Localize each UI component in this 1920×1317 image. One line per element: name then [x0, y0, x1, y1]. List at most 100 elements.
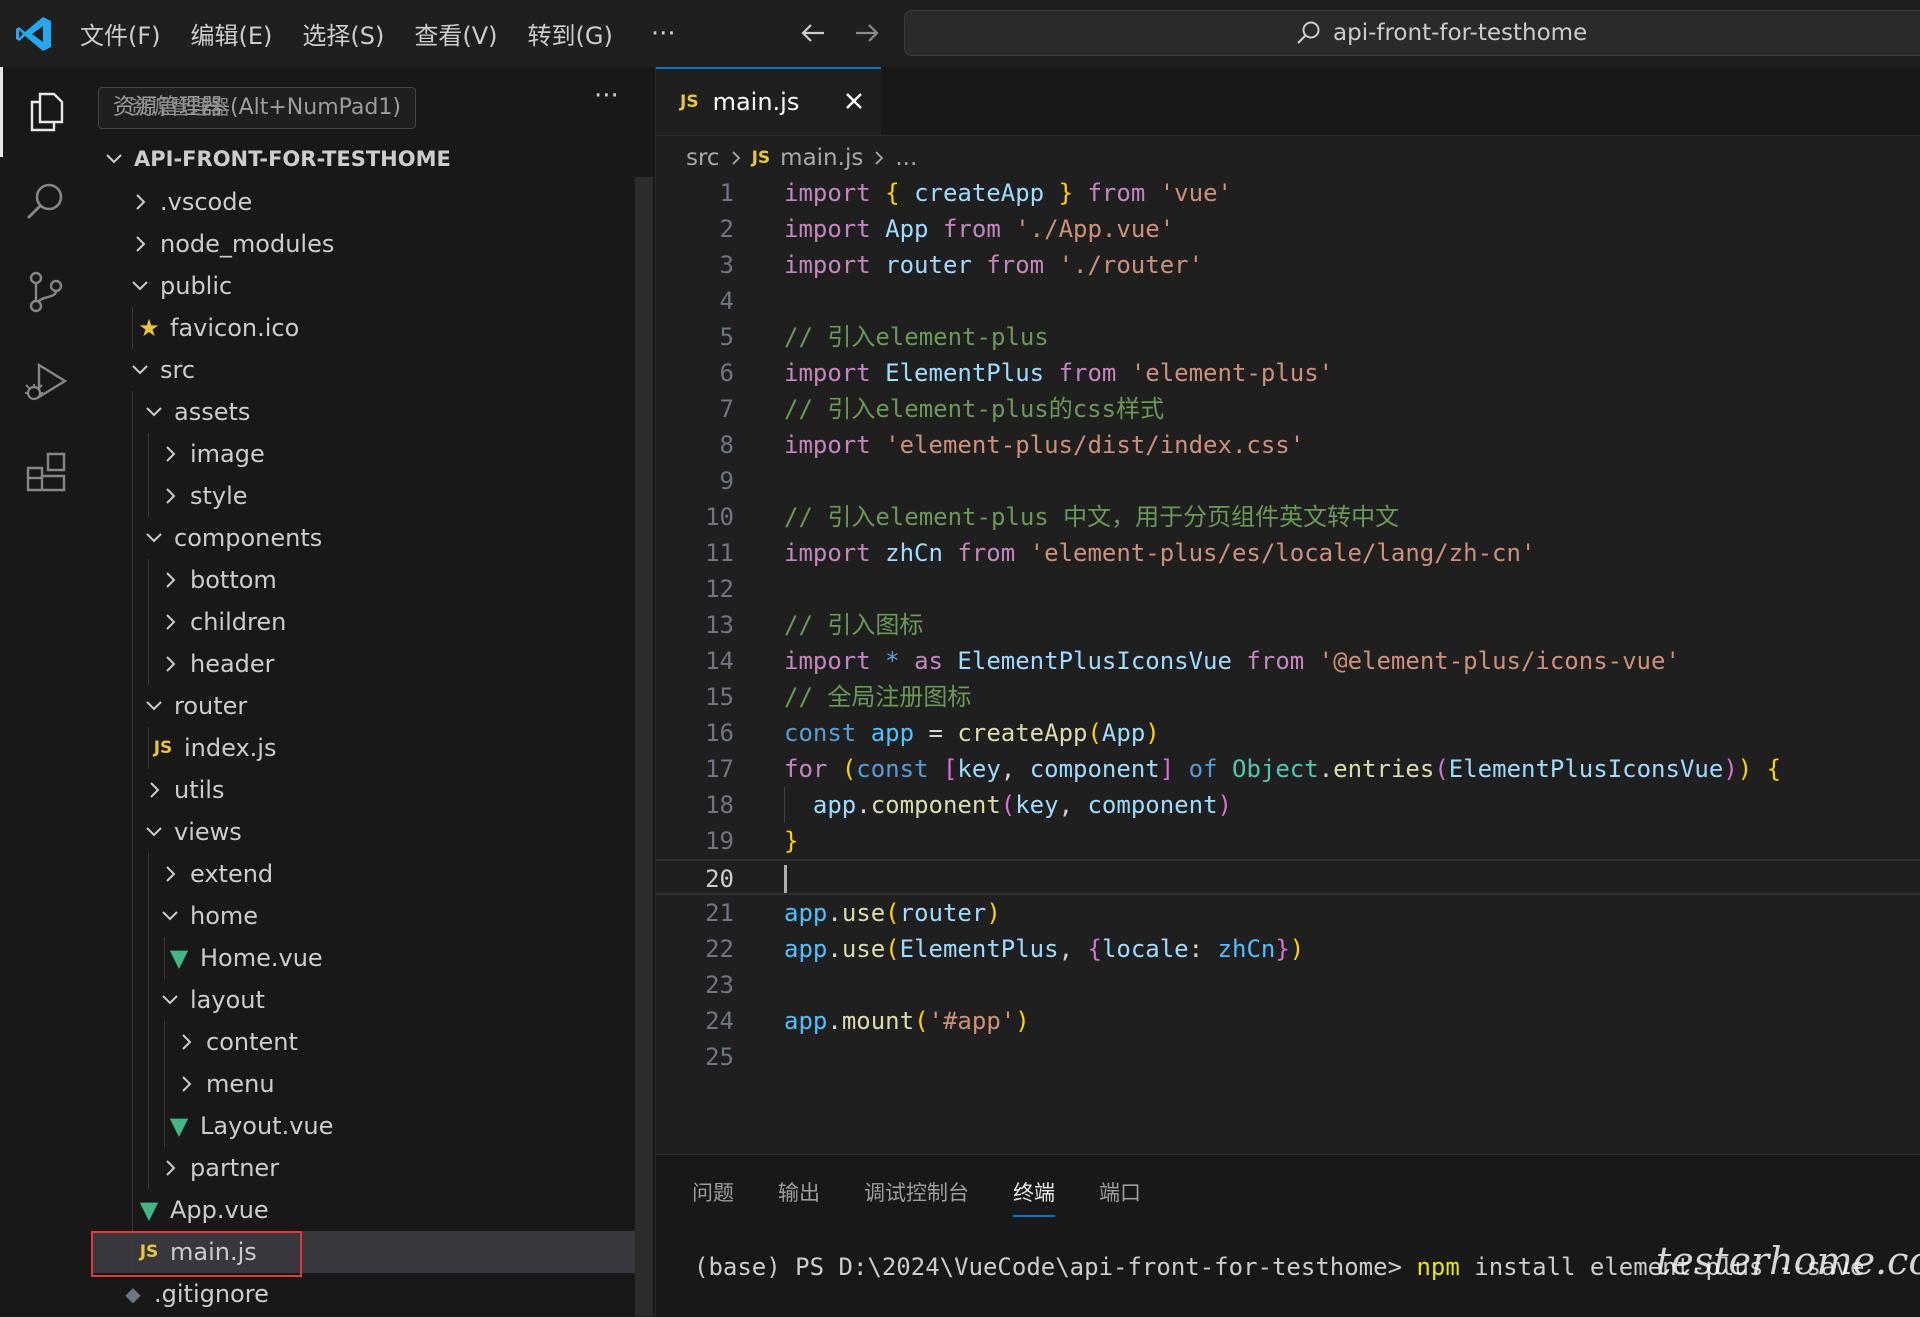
explorer-sidebar: 资源管理器 (Alt+NumPad1) 资源管理器 ··· API-FRONT-… [91, 67, 656, 1316]
tab-main-js[interactable]: JS main.js [656, 67, 881, 135]
tab-output[interactable]: 输出 [778, 1177, 820, 1217]
chevron-right-icon [150, 782, 160, 798]
chevron-right-icon [166, 488, 176, 504]
js-file-icon: JS [153, 738, 173, 758]
source-control-activity[interactable] [0, 247, 92, 337]
arrow-left-icon[interactable] [796, 16, 830, 50]
menu-view[interactable]: 查看(V) [414, 16, 497, 51]
tree-item-home-vue[interactable]: ▼ Home.vue [92, 937, 635, 979]
tree-item-label: App.vue [170, 1196, 269, 1224]
tree-item-label: extend [190, 860, 274, 888]
chevron-right-icon [182, 1076, 192, 1092]
tree-item-layout[interactable]: layout [92, 979, 635, 1021]
code-editor[interactable]: 1 import { createApp } from 'vue' 2 import… [656, 175, 1920, 1154]
tree-item-utils[interactable]: utils [92, 769, 635, 811]
git-file-icon: ◆ [125, 1282, 141, 1306]
tree-item-image[interactable]: image [92, 433, 635, 475]
chevron-right-icon [166, 656, 176, 672]
code-line: 2 import App from './App.vue' [656, 211, 1920, 247]
code-text: app.use(ElementPlus, {locale: zhCn}) [784, 935, 1305, 963]
chevron-down-icon [146, 827, 162, 837]
close-icon[interactable] [839, 86, 869, 116]
menu-edit[interactable]: 编辑(E) [191, 16, 273, 51]
line-number: 1 [719, 179, 734, 207]
chevron-down-icon [146, 407, 162, 417]
terminal-prompt: (base) PS D:\2024\VueCode\api-front-for-… [694, 1253, 1417, 1281]
line-number: 15 [705, 683, 734, 711]
tree-item-label: partner [190, 1154, 280, 1182]
tab-problems[interactable]: 问题 [692, 1177, 734, 1217]
search-activity[interactable] [0, 157, 92, 247]
tree-item-app-vue[interactable]: ▼ App.vue [92, 1189, 635, 1231]
tree-item-router-index[interactable]: JS index.js [92, 727, 635, 769]
breadcrumb-folder[interactable]: src [686, 145, 720, 171]
tree-item-node-modules[interactable]: node_modules [92, 223, 635, 265]
tree-item-style[interactable]: style [92, 475, 635, 517]
tree-item-label: .vscode [160, 188, 253, 216]
menu-file[interactable]: 文件(F) [80, 16, 161, 51]
breadcrumb-ellipsis[interactable]: ... [895, 145, 917, 171]
code-text: import { createApp } from 'vue' [784, 179, 1232, 207]
line-number: 9 [719, 467, 734, 495]
tree-item-partner[interactable]: partner [92, 1147, 635, 1189]
tree-item-src[interactable]: src [92, 349, 635, 391]
tree-item-vscode[interactable]: .vscode [92, 181, 635, 223]
tree-item-layout-vue[interactable]: ▼ Layout.vue [92, 1105, 635, 1147]
tab-debug-console[interactable]: 调试控制台 [864, 1177, 969, 1217]
line-number: 12 [705, 575, 734, 603]
code-text: app.mount('#app') [784, 1007, 1030, 1035]
tree-item-label: children [190, 608, 287, 636]
line-number: 22 [705, 935, 734, 963]
tree-item-views[interactable]: views [92, 811, 635, 853]
tree-item-assets[interactable]: assets [92, 391, 635, 433]
menu-bar: 文件(F) 编辑(E) 选择(S) 查看(V) 转到(G) ··· [80, 0, 676, 67]
tree-item-router[interactable]: router [92, 685, 635, 727]
tree-item-label: image [190, 440, 265, 468]
code-text: import router from './router' [784, 251, 1204, 279]
tree-item-components[interactable]: components [92, 517, 635, 559]
run-debug-activity[interactable] [0, 337, 92, 427]
command-center-search[interactable]: api-front-for-testhome [904, 10, 1920, 56]
code-text: import ElementPlus from 'element-plus' [784, 359, 1334, 387]
tree-item-gitignore[interactable]: ◆ .gitignore [92, 1273, 635, 1315]
code-text: app.component(key, component) [812, 791, 1232, 819]
navigation-arrows [796, 16, 884, 50]
tree-item-main-js[interactable]: JS main.js [91, 1231, 635, 1277]
tree-item-bottom[interactable]: bottom [92, 559, 635, 601]
arrow-right-icon[interactable] [850, 16, 884, 50]
menu-selection[interactable]: 选择(S) [302, 16, 384, 51]
tree-item-content[interactable]: content [92, 1021, 635, 1063]
files-icon [30, 92, 63, 132]
tab-ports[interactable]: 端口 [1099, 1177, 1141, 1217]
tree-item-label: layout [190, 986, 265, 1014]
code-text: } [784, 827, 799, 855]
line-number: 3 [719, 251, 734, 279]
code-line: 16 const app = createApp(App) [656, 715, 1920, 751]
menu-go[interactable]: 转到(G) [528, 16, 613, 51]
tree-item-extend[interactable]: extend [92, 853, 635, 895]
tree-item-label: assets [174, 398, 251, 426]
explorer-scrollbar[interactable] [635, 177, 653, 1316]
code-line: 22 app.use(ElementPlus, {locale: zhCn}) [656, 931, 1920, 967]
breadcrumb-file[interactable]: main.js [780, 145, 863, 171]
tree-item-header[interactable]: header [92, 643, 635, 685]
tree-root-folder[interactable]: API-FRONT-FOR-TESTHOME [92, 137, 635, 181]
tree-item-label: utils [174, 776, 225, 804]
explorer-activity[interactable] [0, 67, 92, 157]
extensions-activity[interactable] [0, 427, 92, 517]
tree-item-favicon[interactable]: ★ favicon.ico [92, 307, 635, 349]
tree-item-children[interactable]: children [92, 601, 635, 643]
tree-item-home[interactable]: home [92, 895, 635, 937]
tree-item-menu[interactable]: menu [92, 1063, 635, 1105]
tree-item-label: views [174, 818, 242, 846]
menu-more-icon[interactable]: ··· [651, 19, 676, 49]
tab-terminal[interactable]: 终端 [1013, 1177, 1055, 1217]
code-text: import 'element-plus/dist/index.css' [784, 431, 1305, 459]
explorer-more-icon[interactable]: ··· [594, 81, 619, 111]
line-number: 10 [705, 503, 734, 531]
code-text: // 引入图标 [784, 611, 924, 639]
tree-item-public[interactable]: public [92, 265, 635, 307]
code-text: import * as ElementPlusIconsVue from '@e… [784, 647, 1680, 675]
terminal-command: npm [1416, 1253, 1460, 1281]
search-icon [1297, 21, 1320, 44]
